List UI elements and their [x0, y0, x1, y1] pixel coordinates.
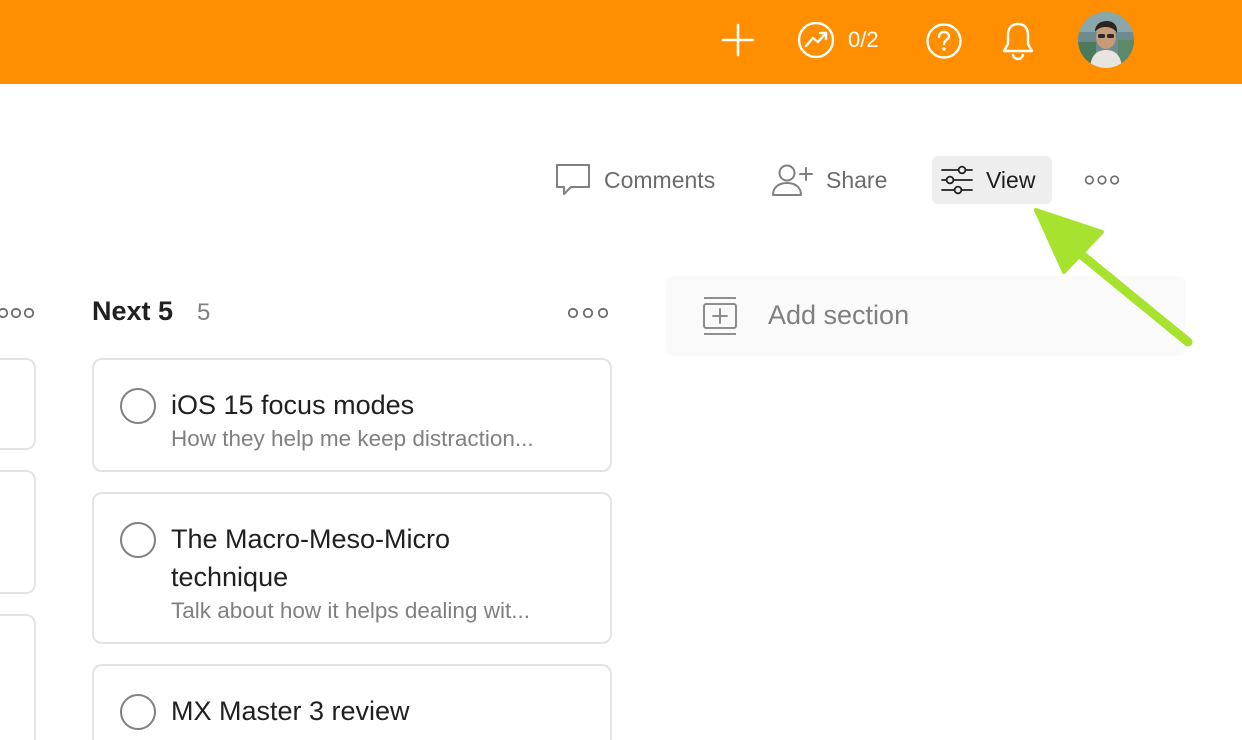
column-count: 5	[197, 299, 211, 326]
prev-column-card[interactable]	[0, 358, 36, 450]
share-label: Share	[826, 166, 888, 193]
task-checkbox[interactable]	[120, 388, 156, 424]
task-title: MX Master 3 review	[171, 696, 410, 726]
add-person-icon	[772, 164, 813, 196]
task-title: The Macro-Meso-Micro technique	[171, 524, 451, 592]
prev-column-card[interactable]	[0, 470, 36, 594]
user-photo	[1078, 12, 1134, 68]
task-card[interactable]: MX Master 3 review	[92, 664, 612, 740]
help-icon	[926, 23, 962, 59]
help-button[interactable]	[923, 20, 965, 62]
quick-add-button[interactable]	[718, 20, 758, 60]
task-checkbox[interactable]	[120, 522, 156, 558]
column-more-icon[interactable]	[566, 300, 610, 326]
top-bar: 0/2	[0, 0, 1242, 84]
task-card[interactable]: iOS 15 focus modes How they help me keep…	[92, 358, 612, 472]
task-checkbox[interactable]	[120, 694, 156, 730]
avatar[interactable]	[1078, 12, 1134, 68]
task-description: How they help me keep distraction...	[171, 426, 534, 451]
task-card[interactable]: The Macro-Meso-Micro technique Talk abou…	[92, 492, 612, 644]
task-description: Talk about how it helps dealing wit...	[171, 598, 530, 623]
prev-column-card[interactable]	[0, 614, 36, 740]
comment-icon	[556, 164, 590, 195]
more-horizontal-icon	[1084, 175, 1120, 185]
comments-label: Comments	[604, 166, 716, 193]
prev-column-more-icon[interactable]	[0, 300, 34, 326]
add-section-button[interactable]: Add section	[666, 276, 1186, 356]
productivity-button[interactable]: 0/2	[796, 20, 879, 60]
task-title: iOS 15 focus modes	[171, 390, 415, 420]
add-section-label: Add section	[768, 300, 910, 330]
notifications-button[interactable]	[997, 18, 1039, 64]
add-section-icon	[703, 297, 737, 335]
sliders-icon	[941, 165, 973, 195]
plus-icon	[721, 23, 755, 57]
comments-button[interactable]: Comments	[552, 156, 717, 204]
bell-icon	[1002, 22, 1034, 61]
productivity-progress: 0/2	[848, 27, 879, 52]
view-button[interactable]: View	[932, 156, 1052, 204]
productivity-trend-icon	[797, 21, 835, 59]
view-label: View	[986, 166, 1036, 193]
column-title: Next 5	[92, 296, 174, 326]
share-button[interactable]: Share	[768, 156, 889, 204]
more-options-button[interactable]	[1084, 156, 1132, 204]
